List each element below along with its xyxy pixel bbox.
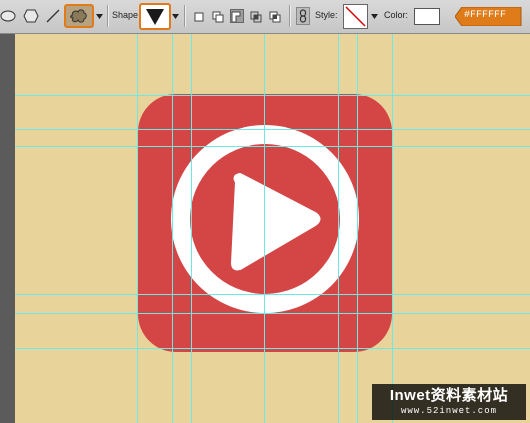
link-style-button[interactable]	[296, 7, 310, 25]
guide-line[interactable]	[264, 34, 265, 423]
polygon-tool-button[interactable]	[22, 8, 40, 24]
ellipse-tool-icon	[0, 10, 16, 22]
guide-line[interactable]	[172, 34, 173, 423]
shape-label: Shape	[112, 10, 139, 20]
guide-line[interactable]	[137, 34, 138, 423]
chevron-down-icon	[95, 13, 103, 19]
ellipse-tool-button[interactable]	[0, 8, 16, 24]
guide-line[interactable]	[15, 146, 530, 147]
guide-line[interactable]	[338, 34, 339, 423]
watermark-title: Inwet资料素材站	[389, 387, 509, 404]
guide-line[interactable]	[357, 34, 358, 423]
exclude-shape-button[interactable]	[269, 10, 281, 23]
subtract-shape-icon	[231, 11, 241, 23]
intersect-shape-icon	[250, 11, 262, 23]
guide-line[interactable]	[15, 294, 530, 295]
link-icon	[299, 9, 307, 23]
guide-line[interactable]	[191, 34, 192, 423]
guide-line[interactable]	[15, 95, 530, 96]
color-swatch[interactable]	[414, 8, 440, 25]
no-style-icon	[345, 6, 366, 27]
style-label: Style:	[315, 10, 338, 20]
new-layer-icon	[194, 12, 204, 22]
shape-preset-picker[interactable]	[139, 3, 171, 30]
shape-preset-dropdown[interactable]	[171, 12, 179, 20]
subtract-shape-button[interactable]	[230, 9, 244, 23]
add-shape-icon	[212, 11, 224, 23]
triangle-shape-icon	[146, 8, 164, 25]
tool-preset-dropdown[interactable]	[95, 12, 103, 20]
guide-line[interactable]	[392, 34, 393, 423]
new-layer-mode-button[interactable]	[193, 10, 205, 22]
exclude-shape-icon	[269, 11, 281, 23]
app-icon-artwork	[138, 94, 392, 352]
color-hex-value: #FFFFFF	[464, 10, 507, 21]
options-bar: Shape Style: Color: #FFFFFF	[0, 0, 530, 34]
separator	[289, 5, 290, 27]
style-picker[interactable]	[343, 4, 368, 29]
style-dropdown[interactable]	[370, 12, 378, 20]
color-hex-callout: #FFFFFF	[455, 7, 523, 26]
guide-line[interactable]	[15, 313, 530, 314]
guide-line[interactable]	[15, 129, 530, 130]
custom-shape-tool-icon	[70, 9, 87, 23]
line-tool-button[interactable]	[45, 8, 61, 24]
intersect-shape-button[interactable]	[250, 10, 262, 23]
color-label: Color:	[384, 10, 409, 20]
chevron-down-icon	[171, 13, 179, 19]
separator	[184, 5, 185, 27]
watermark-url: www.52inwet.com	[400, 406, 497, 416]
custom-shape-tool-button[interactable]	[64, 4, 94, 28]
watermark: Inwet资料素材站 www.52inwet.com	[372, 384, 526, 420]
document-canvas[interactable]	[15, 34, 530, 423]
guide-line[interactable]	[15, 348, 530, 349]
chevron-down-icon	[370, 13, 378, 19]
line-tool-icon	[46, 9, 60, 23]
add-to-shape-button[interactable]	[212, 10, 224, 23]
polygon-tool-icon	[23, 9, 39, 23]
separator	[107, 5, 108, 27]
